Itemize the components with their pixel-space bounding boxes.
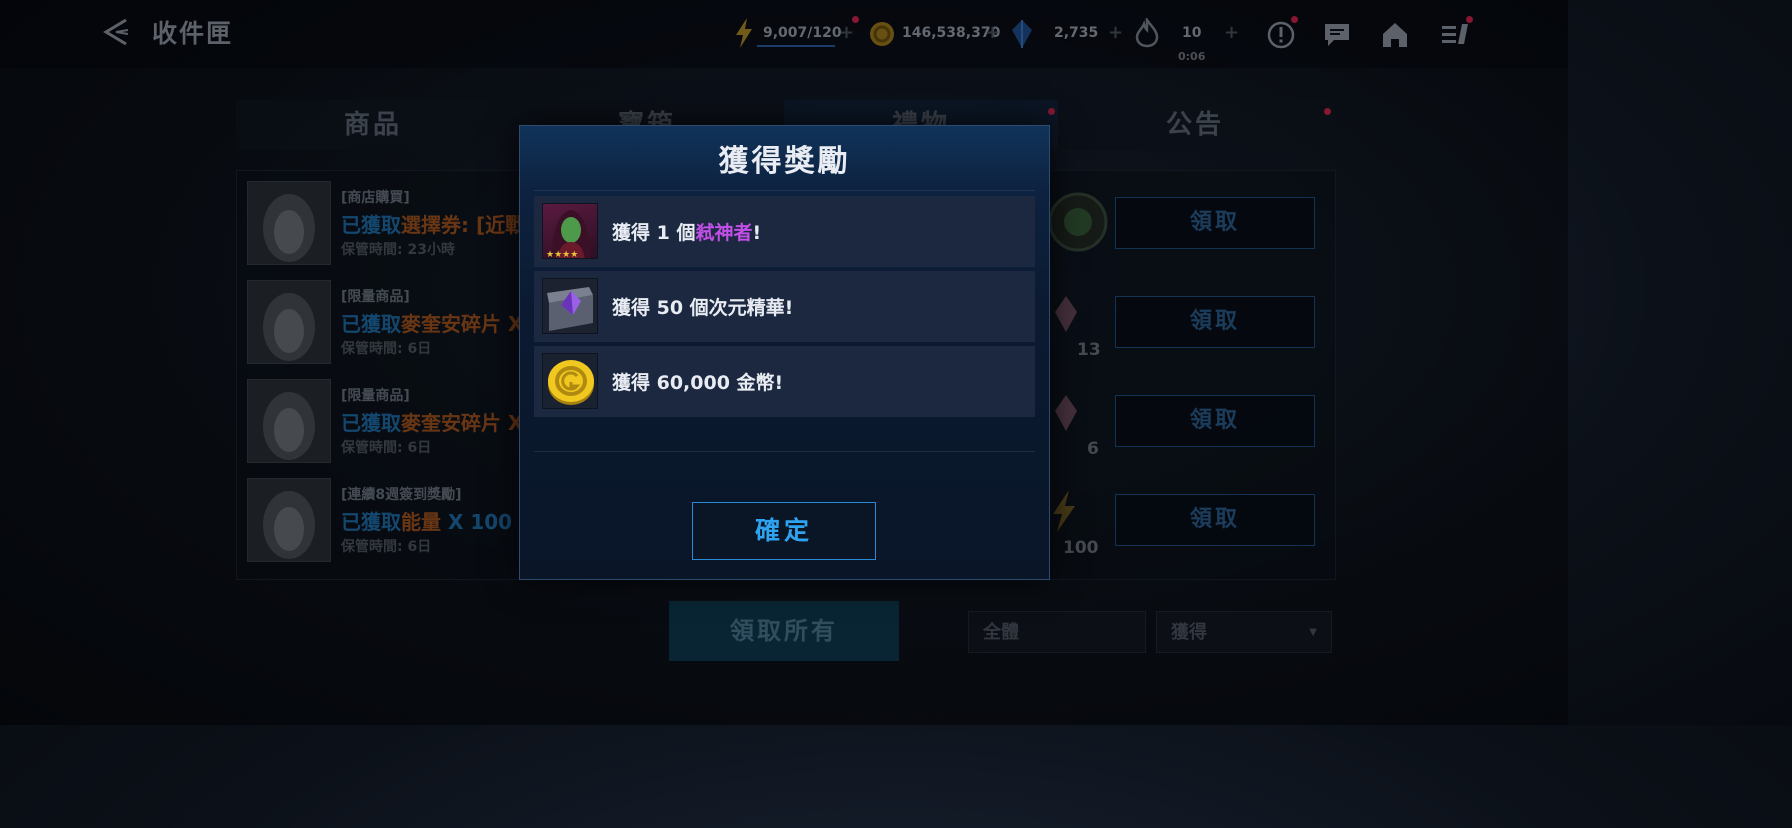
confirm-button[interactable]: 確定 (692, 502, 876, 560)
reward-text: 獲得 1 個弒神者! (612, 222, 762, 244)
reward-text: 獲得 60,000 金幣! (612, 372, 784, 394)
divider (534, 190, 1035, 191)
reward-dialog: 獲得獎勵 ★★★★ 獲得 1 個弒神者! 獲得 50 個次元精華! 獲得 60,… (519, 125, 1050, 580)
svg-text:★★★★: ★★★★ (546, 250, 578, 259)
divider (534, 451, 1035, 452)
reward-item: 獲得 60,000 金幣! (534, 346, 1035, 417)
dimension-essence-chest-icon (542, 278, 598, 334)
gamora-portrait-icon: ★★★★ (542, 203, 598, 259)
gold-coin-icon (542, 353, 598, 409)
dialog-title: 獲得獎勵 (718, 144, 851, 179)
reward-item: ★★★★ 獲得 1 個弒神者! (534, 196, 1035, 267)
reward-text: 獲得 50 個次元精華! (612, 297, 794, 319)
reward-item: 獲得 50 個次元精華! (534, 271, 1035, 342)
